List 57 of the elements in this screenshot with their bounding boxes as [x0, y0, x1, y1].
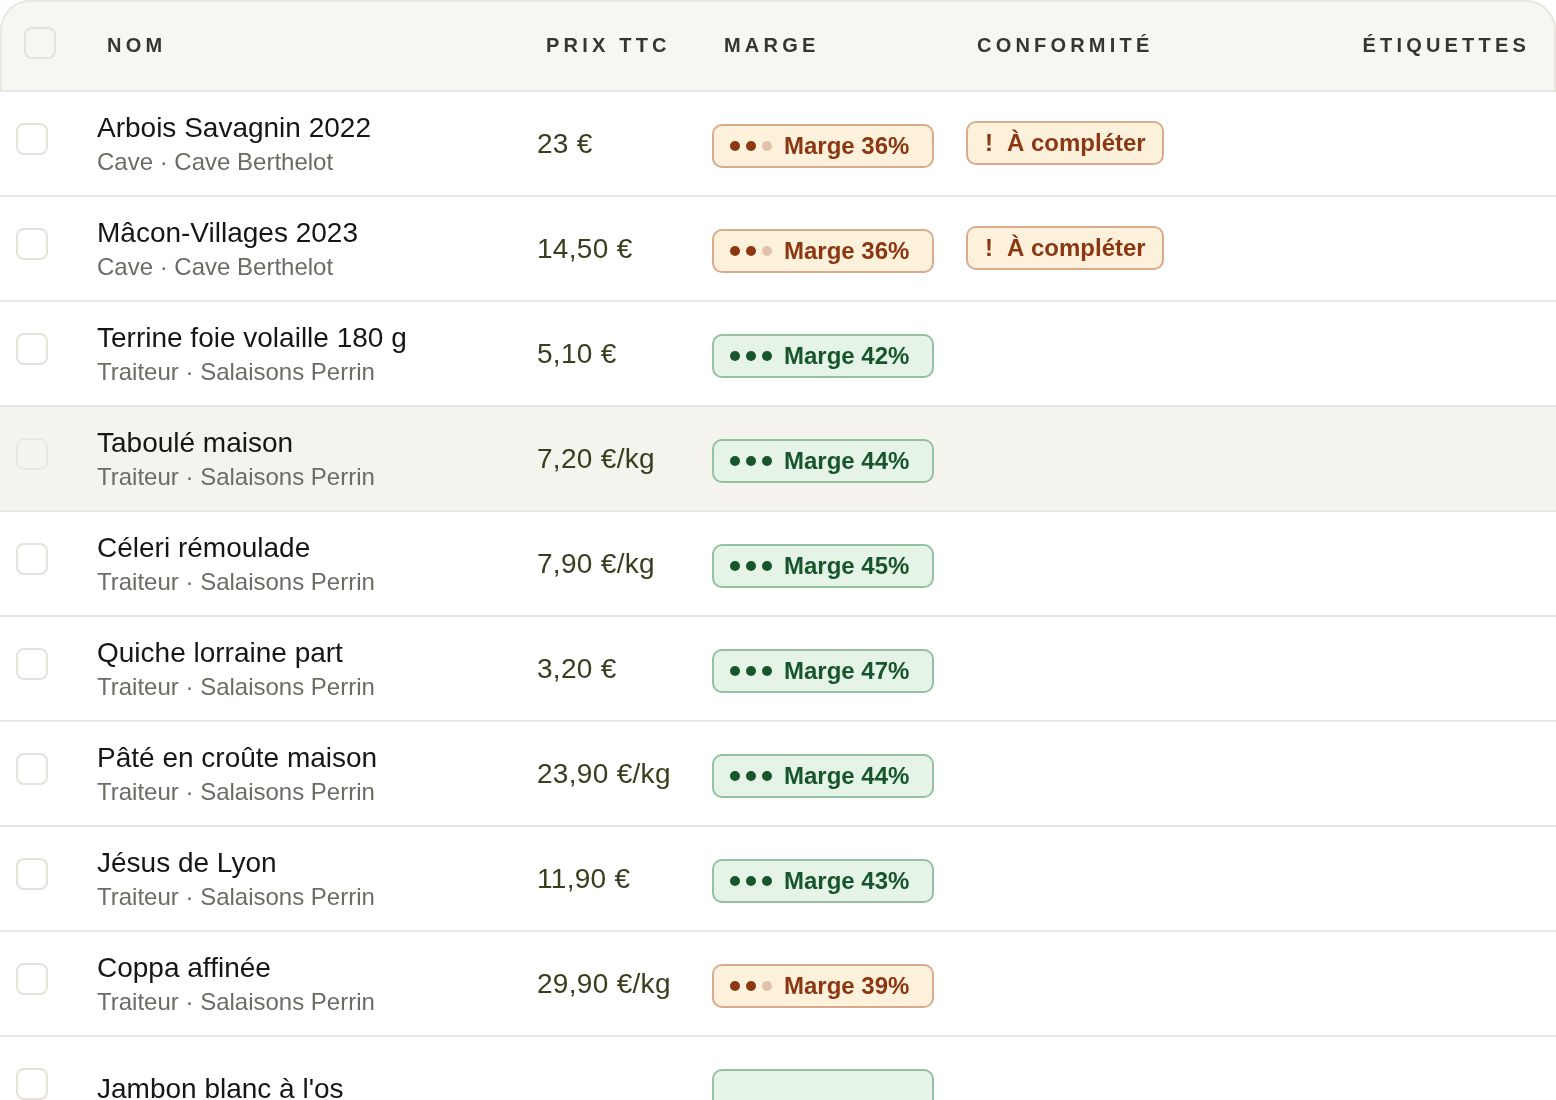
product-category: Cave · Cave Berthelot: [97, 251, 334, 282]
product-category: Traiteur · Salaisons Perrin: [97, 356, 375, 387]
product-name: Coppa affinée: [97, 950, 271, 985]
warning-mark: !: [985, 127, 993, 158]
column-header: CONFORMITÉ: [977, 33, 1155, 57]
price-text: 23,90 €/kg: [537, 756, 671, 791]
product-name: Pâté en croûte maison: [97, 740, 378, 775]
margin-label: Marge 44%: [784, 445, 910, 476]
product-name: Jésus de Lyon: [97, 845, 277, 880]
product-category: Cave · Cave Berthelot: [97, 146, 334, 177]
product-name: Terrine foie volaille 180 g: [97, 320, 407, 355]
price-text: 7,20 €/kg: [537, 441, 655, 476]
price-text: 23 €: [537, 126, 593, 161]
row-checkbox[interactable]: [16, 227, 48, 260]
margin-label: Marge 36%: [784, 235, 910, 266]
product-name: Céleri rémoulade: [97, 530, 311, 565]
margin-label: Marge 43%: [784, 865, 910, 896]
column-header: ÉTIQUETTES: [1362, 33, 1530, 57]
margin-label: Marge 47%: [784, 655, 910, 686]
table-row[interactable]: Taboulé maison Traiteur · Salaisons Perrin 7,20 €/kg Marge 44%: [0, 407, 1556, 512]
row-checkbox[interactable]: [16, 752, 48, 785]
product-category: Traiteur · Salaisons Perrin: [97, 986, 375, 1017]
margin-label: Marge 42%: [784, 340, 910, 371]
compliance-label: À compléter: [1007, 232, 1146, 263]
row-checkbox[interactable]: [16, 332, 48, 365]
product-name: Jambon blanc à l'os: [97, 1071, 344, 1100]
row-checkbox[interactable]: [16, 647, 48, 680]
margin-label: Marge 36%: [784, 130, 910, 161]
product-name: Arbois Savagnin 2022: [97, 110, 371, 145]
warning-mark: !: [985, 232, 993, 263]
price-text: 3,20 €: [537, 651, 617, 686]
column-header: MARGE: [724, 33, 821, 57]
product-category: Traiteur · Salaisons Perrin: [97, 881, 375, 912]
column-header: PRIX TTC: [546, 33, 672, 57]
product-name: Quiche lorraine part: [97, 635, 343, 670]
price-text: 14,50 €: [537, 231, 633, 266]
column-header: NOM: [107, 33, 168, 57]
product-category: Traiteur · Salaisons Perrin: [97, 461, 375, 492]
product-name: Mâcon-Villages 2023: [97, 215, 358, 250]
price-text: 5,10 €: [537, 336, 617, 371]
product-category: Traiteur · Salaisons Perrin: [97, 776, 375, 807]
select-all-checkbox[interactable]: [24, 27, 56, 59]
price-text: 7,90 €/kg: [537, 546, 655, 581]
margin-label: Marge 45%: [784, 550, 910, 581]
row-checkbox[interactable]: [16, 122, 48, 155]
product-name: Taboulé maison: [97, 425, 294, 460]
margin-label: Marge 44%: [784, 760, 910, 791]
row-checkbox[interactable]: [16, 1067, 48, 1100]
row-checkbox[interactable]: [16, 857, 48, 890]
row-checkbox[interactable]: [16, 542, 48, 575]
product-category: Traiteur · Salaisons Perrin: [97, 566, 375, 597]
price-text: 29,90 €/kg: [537, 966, 671, 1001]
product-category: Traiteur · Salaisons Perrin: [97, 671, 375, 702]
price-text: 11,90 €: [537, 861, 631, 896]
row-checkbox[interactable]: [16, 962, 48, 995]
compliance-label: À compléter: [1007, 127, 1146, 158]
margin-label: Marge 39%: [784, 970, 910, 1001]
